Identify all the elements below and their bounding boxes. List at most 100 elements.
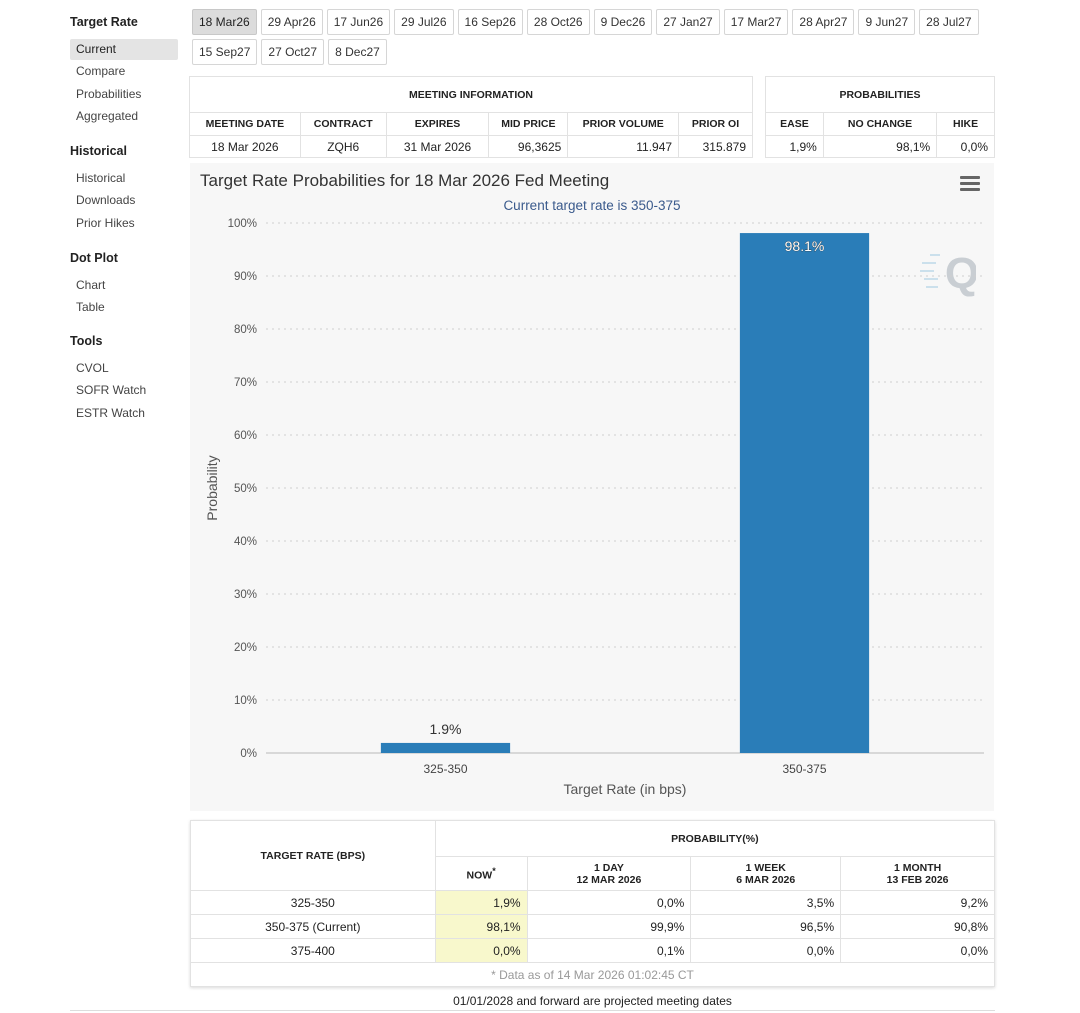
x-axis-title: Target Rate (in bps) bbox=[564, 781, 687, 797]
sidebar-group-target-rate: Target Rate Current Compare Probabilitie… bbox=[70, 13, 180, 127]
date-tab-29-jul26[interactable]: 29 Jul26 bbox=[394, 9, 454, 35]
col-hike: HIKE bbox=[936, 112, 995, 136]
col-meeting-date: MEETING DATE bbox=[189, 112, 301, 136]
date-tab-29-apr26[interactable]: 29 Apr26 bbox=[260, 9, 323, 35]
target-rate-cell: 375-400 bbox=[190, 938, 436, 963]
y-axis-title: Probability bbox=[204, 455, 220, 520]
meeting-info-row: 18 Mar 2026 ZQH6 31 Mar 2026 96,3625 11.… bbox=[189, 135, 753, 158]
sidebar-heading-historical: Historical bbox=[70, 144, 127, 158]
date-tab-15-sep27[interactable]: 15 Sep27 bbox=[192, 39, 258, 65]
col-1-day-label: 1 DAY bbox=[593, 861, 624, 874]
col-1-month-label: 1 MONTH bbox=[893, 861, 942, 874]
y-tick-label: 30% bbox=[234, 589, 257, 601]
footer-divider bbox=[70, 1010, 995, 1011]
meeting-info-heading: MEETING INFORMATION bbox=[189, 76, 753, 113]
col-no-change: NO CHANGE bbox=[822, 112, 938, 136]
col-now: NOW* bbox=[434, 856, 528, 891]
col-ease: EASE bbox=[765, 112, 824, 136]
target-rate-cell: 325-350 bbox=[190, 890, 436, 915]
one-week-cell: 3,5% bbox=[690, 890, 842, 915]
col-target-rate: TARGET RATE (BPS) bbox=[190, 820, 436, 891]
date-tab-8-dec27[interactable]: 8 Dec27 bbox=[328, 39, 387, 65]
y-tick-label: 80% bbox=[234, 324, 257, 336]
col-expires: EXPIRES bbox=[385, 112, 490, 136]
bar bbox=[380, 742, 511, 753]
bar-data-label: 1.9% bbox=[430, 721, 462, 737]
sidebar-group-tools: Tools CVOL SOFR Watch ESTR Watch bbox=[70, 332, 180, 424]
y-tick-label: 10% bbox=[234, 695, 257, 707]
date-tab-27-jan27[interactable]: 27 Jan27 bbox=[656, 9, 720, 35]
col-mid-price: MID PRICE bbox=[488, 112, 569, 136]
table-row: 325-350 1,9% 0,0% 3,5% 9,2% bbox=[190, 890, 995, 915]
y-tick-label: 50% bbox=[234, 483, 257, 495]
date-tab-17-mar27[interactable]: 17 Mar27 bbox=[723, 9, 789, 35]
col-contract: CONTRACT bbox=[299, 112, 387, 136]
sidebar-item-prior-hikes[interactable]: Prior Hikes bbox=[70, 213, 178, 234]
col-now-mark: * bbox=[492, 865, 496, 876]
date-tab-28-jul27[interactable]: 28 Jul27 bbox=[919, 9, 979, 35]
data-timestamp-note: * Data as of 14 Mar 2026 01:02:45 CT bbox=[190, 962, 995, 987]
one-month-cell: 90,8% bbox=[840, 914, 995, 939]
bar bbox=[739, 233, 870, 753]
sidebar-item-probabilities[interactable]: Probabilities bbox=[70, 84, 178, 105]
probabilities-row: 1,9% 98,1% 0,0% bbox=[765, 135, 995, 158]
sidebar-item-aggregated[interactable]: Aggregated bbox=[70, 106, 178, 127]
date-tab-row-2: 15 Sep27 27 Oct27 8 Dec27 bbox=[192, 39, 391, 65]
sidebar-item-downloads[interactable]: Downloads bbox=[70, 190, 178, 211]
sidebar-item-historical[interactable]: Historical bbox=[70, 168, 178, 189]
sidebar-heading-tools: Tools bbox=[70, 334, 103, 348]
now-cell: 0,0% bbox=[434, 938, 528, 963]
sidebar-item-table[interactable]: Table bbox=[70, 297, 178, 318]
x-tick-label: 350-375 bbox=[782, 762, 826, 776]
sidebar-item-estr-watch[interactable]: ESTR Watch bbox=[70, 403, 178, 424]
one-day-cell: 0,0% bbox=[526, 890, 692, 915]
probability-history-table: TARGET RATE (BPS) PROBABILITY(%) NOW* 1 … bbox=[190, 820, 996, 987]
col-1-week-date: 6 MAR 2026 bbox=[736, 873, 796, 886]
date-tab-18-mar26[interactable]: 18 Mar26 bbox=[192, 9, 257, 35]
ease-value: 1,9% bbox=[765, 135, 824, 158]
contract-value: ZQH6 bbox=[299, 135, 387, 158]
chart-panel: Target Rate Probabilities for 18 Mar 202… bbox=[190, 163, 994, 811]
col-prior-oi: PRIOR OI bbox=[678, 112, 753, 136]
one-week-cell: 0,0% bbox=[690, 938, 842, 963]
col-1-week-label: 1 WEEK bbox=[745, 861, 786, 874]
y-tick-label: 40% bbox=[234, 536, 257, 548]
date-tab-9-jun27[interactable]: 9 Jun27 bbox=[858, 9, 916, 35]
sidebar-item-sofr-watch[interactable]: SOFR Watch bbox=[70, 380, 178, 401]
date-tab-27-oct27[interactable]: 27 Oct27 bbox=[261, 39, 325, 65]
target-rate-cell: 350-375 (Current) bbox=[190, 914, 436, 939]
probability-group-heading: PROBABILITY(%) bbox=[434, 820, 996, 857]
sidebar-item-chart[interactable]: Chart bbox=[70, 275, 178, 296]
col-1-month: 1 MONTH 13 FEB 2026 bbox=[840, 856, 995, 891]
date-tab-28-apr27[interactable]: 28 Apr27 bbox=[792, 9, 855, 35]
prior-oi-value: 315.879 bbox=[678, 135, 753, 158]
one-day-cell: 0,1% bbox=[526, 938, 692, 963]
one-month-cell: 0,0% bbox=[840, 938, 995, 963]
date-tab-9-dec26[interactable]: 9 Dec26 bbox=[593, 9, 653, 35]
sidebar-item-current[interactable]: Current bbox=[70, 38, 178, 60]
sidebar-group-historical: Historical Historical Downloads Prior Hi… bbox=[70, 142, 180, 234]
y-tick-label: 70% bbox=[234, 377, 257, 389]
table-row: 350-375 (Current) 98,1% 99,9% 96,5% 90,8… bbox=[190, 914, 995, 939]
sidebar-heading-target-rate: Target Rate bbox=[70, 15, 138, 29]
probabilities-table: PROBABILITIES EASE NO CHANGE HIKE 1,9% 9… bbox=[765, 76, 995, 158]
y-tick-label: 100% bbox=[228, 218, 257, 230]
sidebar-item-compare[interactable]: Compare bbox=[70, 61, 178, 82]
x-tick-label: 325-350 bbox=[423, 762, 467, 776]
date-tab-16-sep26[interactable]: 16 Sep26 bbox=[457, 9, 523, 35]
meeting-info-table: MEETING INFORMATION MEETING DATE CONTRAC… bbox=[189, 76, 753, 158]
now-cell: 98,1% bbox=[434, 914, 528, 939]
table-row: 375-400 0,0% 0,1% 0,0% 0,0% bbox=[190, 938, 995, 963]
probabilities-heading: PROBABILITIES bbox=[765, 76, 995, 113]
date-tab-17-jun26[interactable]: 17 Jun26 bbox=[326, 9, 391, 35]
expires-value: 31 Mar 2026 bbox=[385, 135, 490, 158]
y-tick-label: 0% bbox=[240, 748, 257, 760]
one-day-cell: 99,9% bbox=[526, 914, 692, 939]
probability-bar-chart: 0% 10% 20% 30% 40% 50% 60% 70% 80% 90% 100% 1.9% 325… bbox=[204, 218, 984, 797]
now-cell: 1,9% bbox=[434, 890, 528, 915]
hike-value: 0,0% bbox=[936, 135, 995, 158]
one-month-cell: 9,2% bbox=[840, 890, 995, 915]
sidebar-item-cvol[interactable]: CVOL bbox=[70, 358, 178, 379]
date-tab-28-oct26[interactable]: 28 Oct26 bbox=[526, 9, 590, 35]
y-tick-label: 20% bbox=[234, 642, 257, 654]
